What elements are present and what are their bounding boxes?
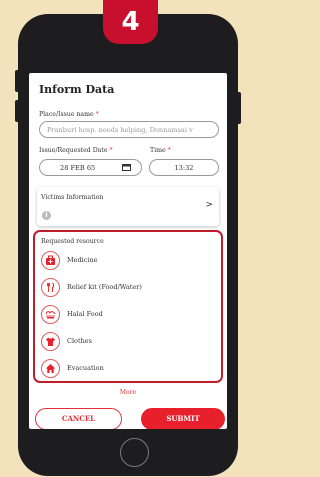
home-button[interactable] — [120, 438, 149, 467]
place-label: Place/Issue name * — [39, 111, 99, 118]
info-icon: i — [42, 211, 51, 220]
shirt-icon — [46, 337, 55, 346]
date-label: Issue/Requested Date * — [39, 147, 113, 154]
victims-information-card[interactable]: Victims Information i > — [37, 187, 219, 226]
calendar-icon — [122, 164, 131, 171]
medicine-bag-icon — [46, 255, 55, 265]
form-title: Inform Data — [39, 83, 115, 96]
more-link[interactable]: More — [29, 389, 227, 396]
time-label: Time * — [150, 147, 171, 154]
date-field[interactable]: 28 FEB 65 — [39, 159, 142, 176]
time-field[interactable]: 13:32 — [149, 159, 219, 176]
requested-resource-section: Requested resource Medicine Relief kit (… — [33, 230, 223, 383]
resource-label: Medicine — [67, 256, 98, 264]
chevron-right-icon: > — [205, 200, 213, 210]
fork-knife-icon — [47, 282, 55, 292]
resource-label: Evacuation — [67, 364, 104, 372]
phone-power-button — [237, 92, 241, 124]
phone-volume-button — [15, 100, 19, 122]
phone-volume-button — [15, 70, 19, 92]
halal-icon — [45, 311, 56, 319]
date-value: 28 FEB 65 — [60, 164, 96, 172]
resource-label: Clothes — [67, 337, 92, 345]
victims-information-title: Victims Information — [41, 194, 104, 201]
house-icon — [45, 364, 56, 373]
cancel-button[interactable]: CANCEL — [35, 408, 122, 429]
app-screen: Inform Data Place/Issue name * Pranburi … — [29, 73, 227, 429]
requested-resource-title: Requested resource — [41, 238, 104, 245]
place-input[interactable]: Pranburi hosp. needs helping, Donnamsai … — [39, 121, 219, 138]
resource-label: Halal Food — [67, 310, 103, 318]
step-number-badge: 4 — [103, 0, 158, 44]
submit-button[interactable]: SUBMIT — [141, 408, 225, 429]
resource-label: Relief kit (Food/Water) — [67, 283, 142, 291]
time-value: 13:32 — [174, 164, 194, 172]
